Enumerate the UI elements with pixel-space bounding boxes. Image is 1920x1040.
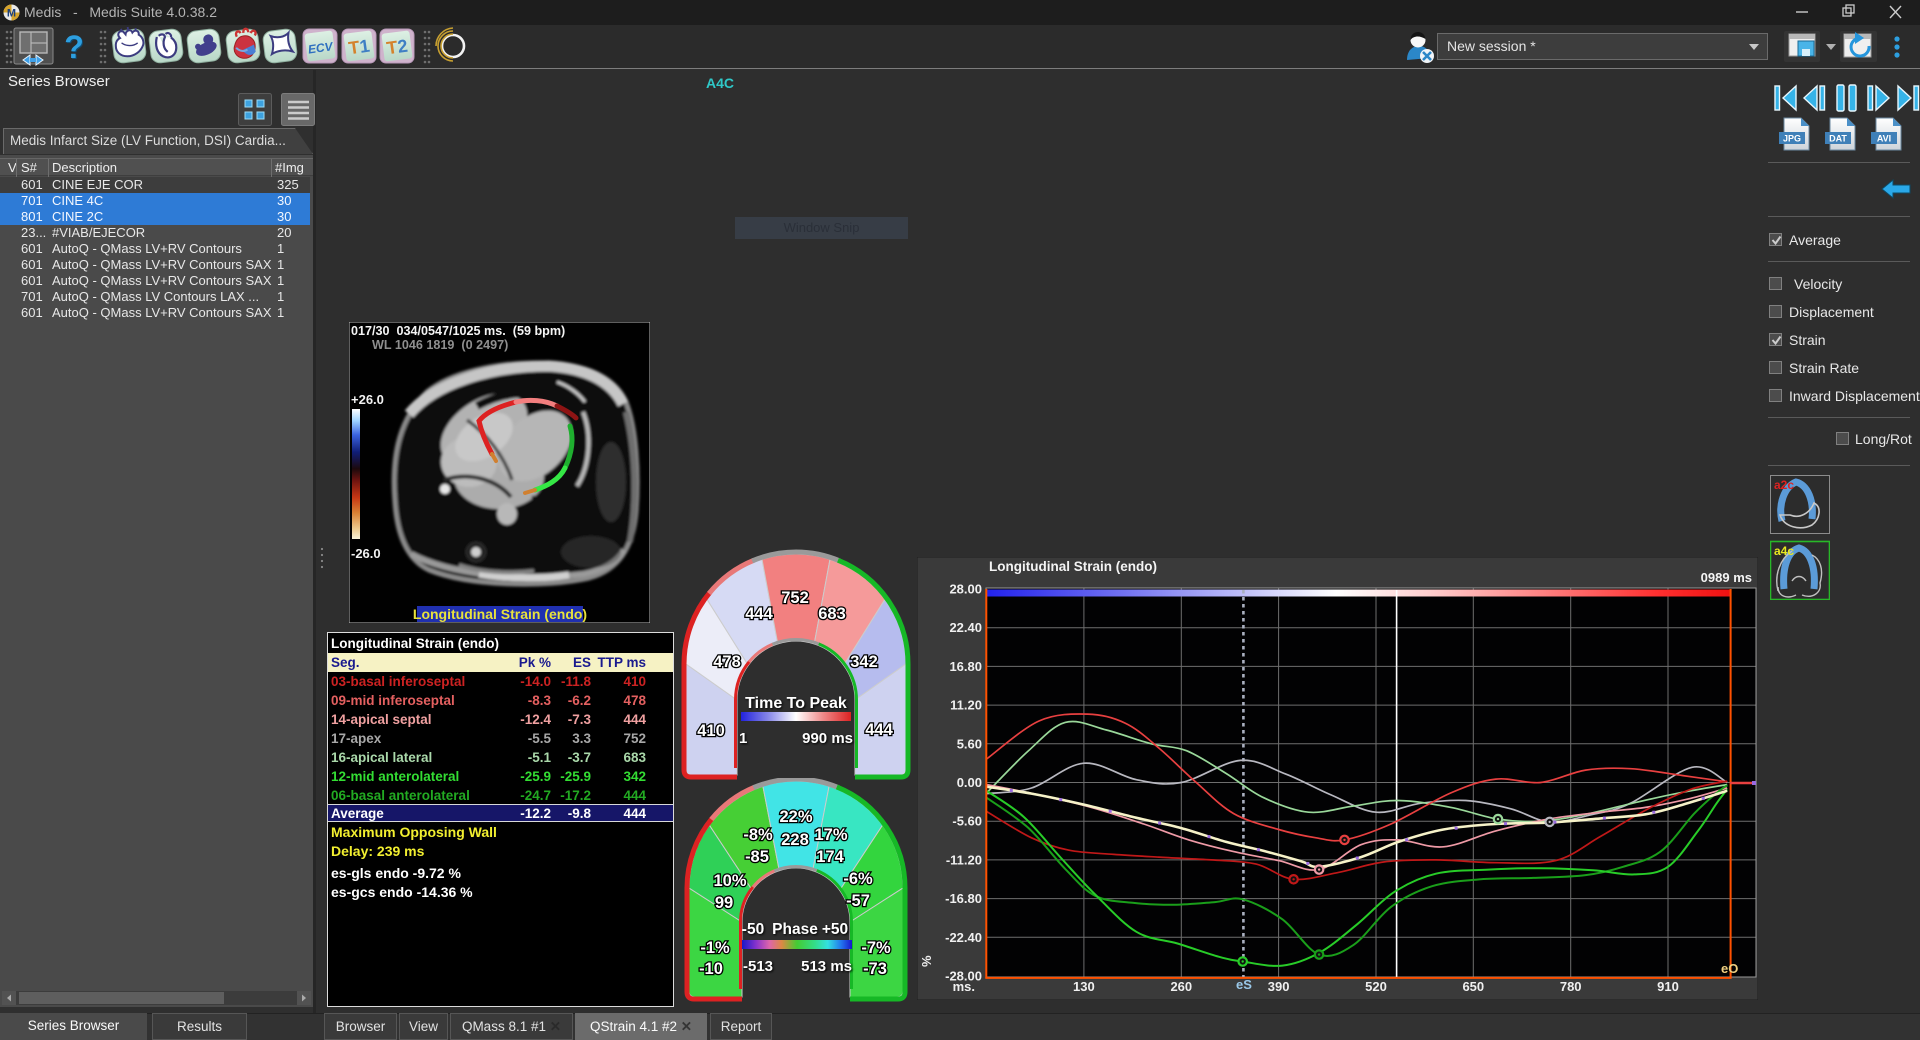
svg-text:a2c: a2c <box>1774 478 1794 492</box>
svg-text:DAT: DAT <box>1829 134 1847 144</box>
svg-text:-7%: -7% <box>861 939 891 957</box>
svg-text:-6%: -6% <box>843 870 873 888</box>
svg-text:-50: -50 <box>742 921 764 938</box>
svg-text:-22.40: -22.40 <box>945 930 982 945</box>
svg-text:-16.80: -16.80 <box>945 891 982 906</box>
svg-text:410: 410 <box>697 722 725 740</box>
svg-text:a4c: a4c <box>1774 544 1794 558</box>
svg-text:-513: -513 <box>743 958 773 975</box>
svg-text:+26.0: +26.0 <box>351 392 384 407</box>
svg-text:-73: -73 <box>863 960 887 978</box>
svg-text:780: 780 <box>1560 979 1582 994</box>
svg-text:New session *: New session * <box>1447 38 1536 54</box>
svg-text:M: M <box>7 8 16 20</box>
svg-text:16.80: 16.80 <box>949 659 982 674</box>
svg-text:0.00: 0.00 <box>957 775 982 790</box>
svg-text:228: 228 <box>781 831 809 849</box>
svg-text:990 ms: 990 ms <box>802 730 853 747</box>
svg-text:%: % <box>919 955 934 967</box>
svg-text:22%: 22% <box>779 808 812 826</box>
svg-text:T1: T1 <box>347 36 371 59</box>
svg-text:-1%: -1% <box>700 939 730 957</box>
svg-text:T2: T2 <box>385 36 409 59</box>
svg-text:513 ms: 513 ms <box>801 958 852 975</box>
svg-text:444: 444 <box>745 605 773 623</box>
svg-text:+50: +50 <box>822 921 848 938</box>
svg-text:-11.20: -11.20 <box>946 852 982 867</box>
svg-text:752: 752 <box>781 589 809 607</box>
svg-text:1: 1 <box>739 730 747 747</box>
svg-text:650: 650 <box>1462 979 1484 994</box>
svg-text:5.60: 5.60 <box>957 736 982 751</box>
svg-text:11.20: 11.20 <box>950 698 982 713</box>
svg-text:?: ? <box>64 29 84 65</box>
svg-text:28.00: 28.00 <box>949 582 982 597</box>
svg-text:Longitudinal Strain (endo): Longitudinal Strain (endo) <box>413 606 587 622</box>
svg-text:eS: eS <box>1236 977 1252 992</box>
svg-text:-26.0: -26.0 <box>351 546 381 561</box>
svg-text:174: 174 <box>816 848 844 866</box>
svg-text:JPG: JPG <box>1783 134 1801 144</box>
svg-text:0989 ms: 0989 ms <box>1701 570 1752 585</box>
svg-text:017/30 034/0547/1025 ms. (59: 017/30 034/0547/1025 ms. (59 bpm) <box>351 324 565 338</box>
svg-text:683: 683 <box>818 605 846 623</box>
svg-text:17%: 17% <box>814 826 847 844</box>
svg-text:-85: -85 <box>745 848 769 866</box>
svg-text:Phase: Phase <box>772 921 818 938</box>
svg-text:AVI: AVI <box>1877 134 1891 144</box>
svg-text:444: 444 <box>865 721 893 739</box>
svg-text:520: 520 <box>1365 979 1387 994</box>
svg-text:ms.: ms. <box>953 979 975 994</box>
svg-text:10%: 10% <box>713 872 746 890</box>
svg-text:-5.60: -5.60 <box>952 814 982 829</box>
svg-text:478: 478 <box>713 653 741 671</box>
svg-text:eO: eO <box>1721 961 1738 976</box>
svg-text:910: 910 <box>1657 979 1679 994</box>
svg-text:130: 130 <box>1073 979 1095 994</box>
svg-text:-10: -10 <box>699 960 723 978</box>
svg-text:390: 390 <box>1268 979 1290 994</box>
svg-text:-57: -57 <box>846 892 870 910</box>
svg-text:Longitudinal Strain (endo): Longitudinal Strain (endo) <box>989 559 1157 574</box>
svg-text:-8%: -8% <box>743 826 773 844</box>
svg-text:WL 1046 1819 (0 2497): WL 1046 1819 (0 2497) <box>372 338 508 352</box>
svg-text:260: 260 <box>1170 979 1192 994</box>
svg-text:342: 342 <box>850 653 878 671</box>
svg-text:22.40: 22.40 <box>949 620 982 635</box>
svg-text:99: 99 <box>715 894 733 912</box>
svg-text:Time To Peak: Time To Peak <box>745 695 847 712</box>
